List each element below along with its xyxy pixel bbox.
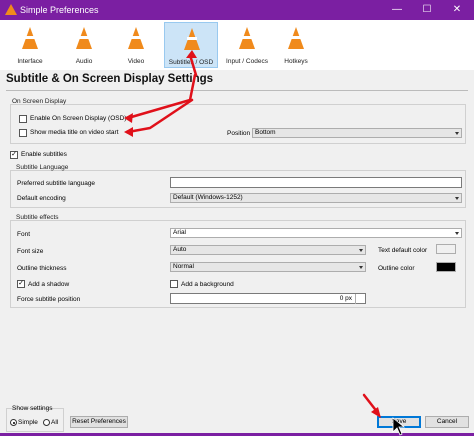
outline-color-button[interactable]	[436, 262, 456, 272]
chevron-down-icon	[455, 132, 459, 135]
save-button[interactable]: Save	[377, 416, 421, 428]
reset-preferences-button[interactable]: Reset Preferences	[70, 416, 128, 428]
enable-osd-label[interactable]: Enable On Screen Display (OSD)	[30, 115, 126, 122]
enable-subtitles-label[interactable]: Enable subtitles	[21, 151, 67, 158]
add-background-checkbox[interactable]	[170, 280, 178, 288]
outline-color-label: Outline color	[378, 265, 415, 272]
position-select[interactable]: Bottom	[252, 128, 462, 138]
add-shadow-checkbox[interactable]: ✓	[17, 280, 25, 288]
position-label: Position	[227, 130, 251, 137]
tab-hotkeys[interactable]: Hotkeys	[272, 22, 320, 68]
cancel-button[interactable]: Cancel	[425, 416, 469, 428]
show-media-title-checkbox[interactable]	[19, 129, 27, 137]
maximize-button[interactable]: ☐	[412, 0, 442, 20]
chevron-down-icon	[359, 249, 363, 252]
font-size-select[interactable]: Auto	[170, 245, 366, 255]
text-default-color-label: Text default color	[378, 247, 428, 254]
title-bar: Simple Preferences — ☐ ✕	[0, 0, 474, 20]
arrow-to-save-button	[362, 393, 380, 415]
tab-input-codecs[interactable]: Input / Codecs	[220, 22, 274, 68]
osd-section-title: On Screen Display	[12, 98, 67, 105]
heading-divider	[6, 90, 468, 91]
subtitle-language-title: Subtitle Language	[16, 164, 69, 171]
show-settings-label: Show settings	[12, 405, 53, 412]
chevron-down-icon	[359, 266, 363, 269]
default-encoding-select[interactable]: Default (Windows-1252)	[170, 193, 462, 203]
force-position-label: Force subtitle position	[17, 296, 81, 303]
show-media-title-label[interactable]: Show media title on video start	[30, 129, 119, 136]
position-stepper[interactable]	[355, 294, 366, 304]
window-title: Simple Preferences	[20, 5, 99, 15]
font-select[interactable]: Arial	[170, 228, 462, 238]
tab-audio[interactable]: Audio	[60, 22, 108, 68]
font-label: Font	[17, 231, 31, 238]
minimize-button[interactable]: —	[382, 0, 412, 20]
default-encoding-label: Default encoding	[17, 195, 66, 202]
force-position-input[interactable]: 0 px	[170, 293, 366, 304]
add-shadow-label[interactable]: Add a shadow	[28, 281, 69, 288]
category-toolbar: Interface Audio Video Subtitles / OSD In…	[0, 20, 474, 70]
osd-group	[10, 104, 466, 144]
outline-thickness-label: Outline thickness	[17, 265, 67, 272]
simple-radio[interactable]	[10, 419, 17, 426]
add-background-label[interactable]: Add a background	[181, 281, 234, 288]
preferred-language-input[interactable]	[170, 177, 462, 188]
outline-thickness-select[interactable]: Normal	[170, 262, 366, 272]
subtitle-effects-title: Subtitle effects	[16, 214, 59, 221]
all-radio[interactable]	[43, 419, 50, 426]
tab-interface[interactable]: Interface	[6, 22, 54, 68]
vlc-cone-icon	[5, 4, 17, 15]
enable-osd-checkbox[interactable]	[19, 115, 27, 123]
chevron-down-icon	[455, 232, 459, 235]
close-button[interactable]: ✕	[442, 0, 472, 20]
enable-subtitles-checkbox[interactable]: ✓	[10, 151, 18, 159]
tab-subtitles-osd[interactable]: Subtitles / OSD	[164, 22, 218, 68]
preferred-language-label: Preferred subtitle language	[17, 180, 96, 187]
all-radio-label[interactable]: All	[51, 419, 58, 426]
tab-video[interactable]: Video	[112, 22, 160, 68]
font-size-label: Font size	[17, 248, 44, 255]
text-default-color-button[interactable]	[436, 244, 456, 254]
chevron-down-icon	[455, 197, 459, 200]
simple-radio-label[interactable]: Simple	[18, 419, 38, 426]
page-title: Subtitle & On Screen Display Settings	[6, 73, 214, 85]
